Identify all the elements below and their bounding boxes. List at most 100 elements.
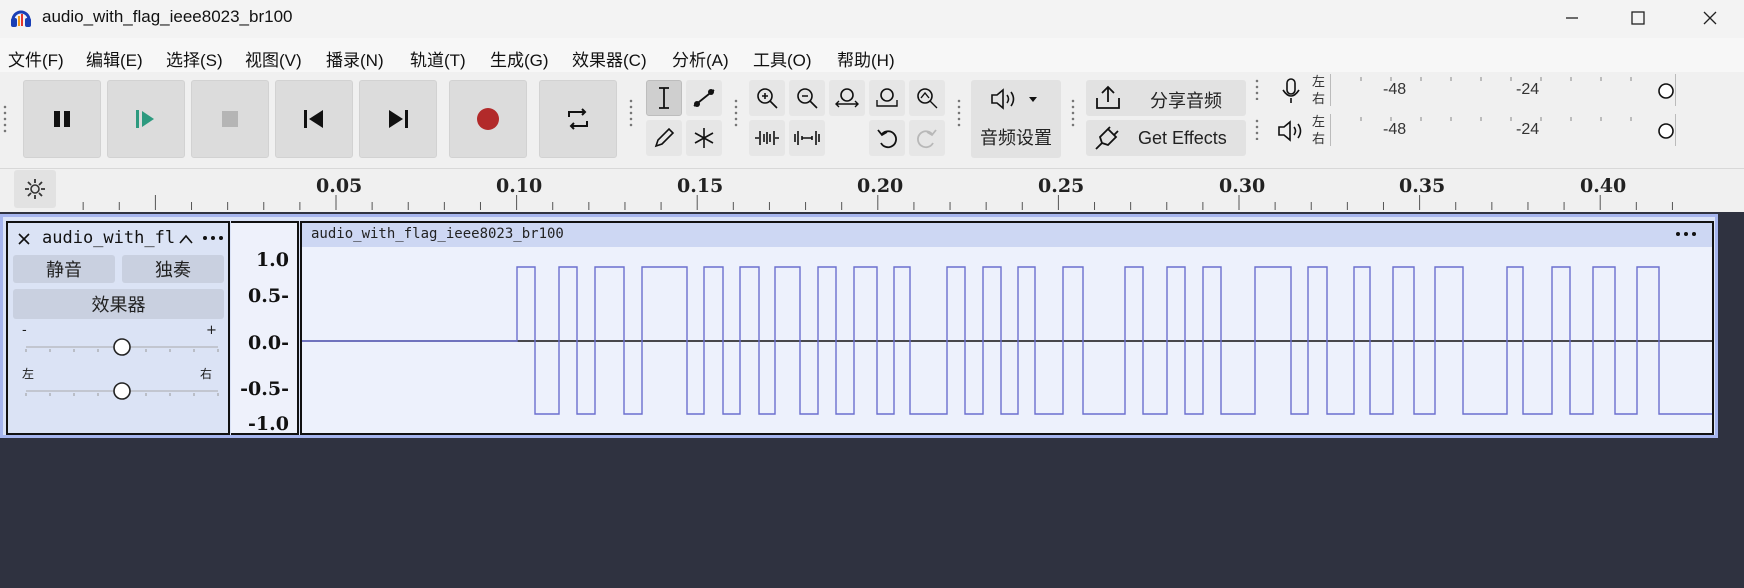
play-button[interactable] bbox=[107, 80, 185, 158]
multi-tool[interactable] bbox=[686, 120, 722, 156]
ruler-label: 0.35 bbox=[1399, 175, 1446, 197]
zoom-toggle-button[interactable] bbox=[909, 80, 945, 116]
menu-effects[interactable]: 效果器(C) bbox=[572, 46, 647, 71]
track-menu-icon[interactable] bbox=[202, 233, 224, 243]
scale-label: 1.0 bbox=[255, 249, 289, 271]
play-icon bbox=[136, 110, 154, 128]
amplitude-scale[interactable]: 1.0 0.5- 0.0- -0.5- -1.0 bbox=[231, 221, 299, 435]
playback-meter-grip[interactable] bbox=[1254, 118, 1260, 140]
pause-icon bbox=[54, 111, 70, 127]
menu-view[interactable]: 视图(V) bbox=[245, 46, 302, 71]
pause-button[interactable] bbox=[23, 80, 101, 158]
playback-meter-tick-24: -24 bbox=[1516, 121, 1540, 138]
menu-select[interactable]: 选择(S) bbox=[166, 46, 223, 71]
close-window-button[interactable] bbox=[1676, 0, 1744, 36]
draw-tool[interactable] bbox=[646, 120, 682, 156]
track-effects-button[interactable]: 效果器 bbox=[13, 289, 224, 319]
zoom-out-icon bbox=[797, 88, 818, 109]
maximize-button[interactable] bbox=[1604, 0, 1672, 36]
zoom-in-icon bbox=[757, 88, 778, 109]
track-control-panel: audio_with_fl 静音 独奏 效果器 - + 左 右 bbox=[6, 221, 230, 435]
stop-icon bbox=[222, 111, 238, 127]
undo-button[interactable] bbox=[869, 120, 905, 156]
menu-analyze[interactable]: 分析(A) bbox=[672, 46, 729, 71]
i-beam-icon bbox=[659, 87, 669, 109]
record-button[interactable] bbox=[449, 80, 527, 158]
get-effects-label: Get Effects bbox=[1138, 128, 1227, 148]
record-left-label: 左 bbox=[1312, 75, 1326, 90]
share-audio-label: 分享音频 bbox=[1150, 91, 1222, 111]
menu-tracks[interactable]: 轨道(T) bbox=[410, 46, 466, 71]
share-audio-button[interactable]: 分享音频 bbox=[1086, 80, 1246, 116]
clip-menu-icon[interactable] bbox=[1674, 230, 1698, 238]
ruler-label: 0.15 bbox=[677, 175, 724, 197]
gain-slider[interactable] bbox=[22, 335, 222, 359]
menu-transport[interactable]: 播录(N) bbox=[326, 46, 384, 71]
asterisk-icon bbox=[694, 128, 714, 148]
playback-meter[interactable]: -48 -24 bbox=[1330, 114, 1676, 146]
audacity-logo-icon bbox=[11, 10, 31, 27]
scale-label: -0.5- bbox=[240, 378, 289, 400]
ruler-label: 0.30 bbox=[1219, 175, 1266, 197]
playback-meter-channels: 左 右 bbox=[1312, 114, 1325, 148]
skip-end-icon bbox=[389, 110, 408, 128]
track-name[interactable]: audio_with_fl bbox=[42, 228, 175, 248]
microphone-icon[interactable] bbox=[1276, 76, 1306, 106]
record-meter-tick-48: -48 bbox=[1383, 81, 1407, 98]
zoom-in-button[interactable] bbox=[749, 80, 785, 116]
edit-grip[interactable] bbox=[733, 98, 739, 128]
skip-to-end-button[interactable] bbox=[359, 80, 437, 158]
record-meter[interactable]: -48 -24 bbox=[1330, 74, 1676, 106]
ruler-label: 0.25 bbox=[1038, 175, 1085, 197]
ruler-label: 0.05 bbox=[316, 175, 363, 197]
minimize-icon bbox=[1566, 17, 1578, 19]
zoom-fit-icon bbox=[876, 88, 898, 107]
menu-edit[interactable]: 编辑(E) bbox=[86, 46, 143, 71]
selection-tool[interactable] bbox=[646, 80, 682, 116]
audio-setup-grip[interactable] bbox=[956, 98, 962, 128]
loop-button[interactable] bbox=[539, 80, 617, 158]
menu-file[interactable]: 文件(F) bbox=[8, 46, 64, 71]
timeline-ruler[interactable]: 0.05 0.10 0.15 0.20 0.25 0.30 0.35 0.40 bbox=[0, 169, 1744, 212]
record-icon bbox=[477, 108, 499, 130]
pan-slider[interactable] bbox=[22, 379, 222, 403]
collapse-track-icon[interactable] bbox=[178, 232, 194, 246]
playback-level-slider-handle[interactable] bbox=[1657, 122, 1675, 140]
close-track-icon[interactable] bbox=[16, 231, 32, 247]
redo-icon bbox=[917, 129, 937, 149]
record-meter-grip[interactable] bbox=[1254, 78, 1260, 100]
ruler-label: 0.10 bbox=[496, 175, 543, 197]
minimize-button[interactable] bbox=[1538, 0, 1606, 36]
maximize-icon bbox=[1631, 11, 1645, 25]
speaker-icon[interactable] bbox=[1276, 116, 1306, 146]
audio-setup-label: 音频设置 bbox=[980, 128, 1052, 148]
title-bar: audio_with_flag_ieee8023_br100 bbox=[0, 0, 1744, 38]
trim-audio-button[interactable] bbox=[749, 120, 785, 156]
redo-button[interactable] bbox=[909, 120, 945, 156]
playback-right-label: 右 bbox=[1312, 132, 1326, 147]
record-level-slider-handle[interactable] bbox=[1657, 82, 1675, 100]
tools-grip[interactable] bbox=[628, 98, 634, 128]
zoom-selection-icon bbox=[835, 88, 859, 108]
mute-button[interactable]: 静音 bbox=[13, 255, 115, 283]
menu-generate[interactable]: 生成(G) bbox=[490, 46, 549, 71]
waveform[interactable] bbox=[302, 247, 1712, 433]
record-right-label: 右 bbox=[1312, 92, 1326, 107]
zoom-out-button[interactable] bbox=[789, 80, 825, 116]
fit-selection-button[interactable] bbox=[829, 80, 865, 116]
silence-audio-button[interactable] bbox=[789, 120, 825, 156]
toolbar-grip[interactable] bbox=[2, 104, 8, 134]
get-effects-button[interactable]: Get Effects bbox=[1086, 120, 1246, 156]
solo-button[interactable]: 独奏 bbox=[122, 255, 224, 283]
envelope-tool[interactable] bbox=[686, 80, 722, 116]
menu-tools[interactable]: 工具(O) bbox=[753, 46, 812, 71]
menu-help[interactable]: 帮助(H) bbox=[837, 46, 895, 71]
share-grip[interactable] bbox=[1070, 98, 1076, 128]
stop-button[interactable] bbox=[191, 80, 269, 158]
audio-setup-button[interactable]: 音频设置 bbox=[971, 80, 1061, 158]
fit-project-button[interactable] bbox=[869, 80, 905, 116]
skip-to-start-button[interactable] bbox=[275, 80, 353, 158]
scale-label: 0.0- bbox=[248, 332, 289, 354]
skip-start-icon bbox=[304, 110, 323, 128]
ruler-label: 0.40 bbox=[1580, 175, 1627, 197]
